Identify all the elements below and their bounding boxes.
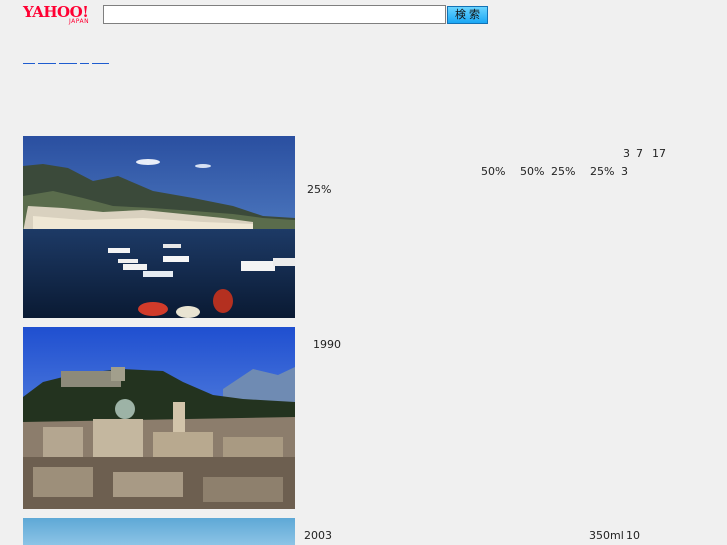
article-1-text-9: 25% <box>307 183 332 196</box>
nav-link-2[interactable] <box>38 55 56 64</box>
yahoo-japan-logo[interactable]: YAHOO! JAPAN <box>23 4 101 26</box>
article-1-text-8: 3 <box>621 165 628 178</box>
article-1-text-2: 7 <box>636 147 643 160</box>
search-button[interactable]: 検 索 <box>447 6 488 24</box>
article-1-text-1: 3 <box>623 147 630 160</box>
logo-subtitle: JAPAN <box>69 18 90 25</box>
article-1-text-6: 25% <box>551 165 576 178</box>
article-3-text-3: 10 <box>626 529 640 542</box>
article-1-text-5: 50% <box>520 165 545 178</box>
nav-link-4[interactable] <box>80 55 89 64</box>
article-1-text-7: 25% <box>590 165 615 178</box>
sky-photo <box>23 518 295 545</box>
search-input[interactable] <box>103 5 446 24</box>
nav-link-5[interactable] <box>92 55 109 64</box>
coastal-town-photo <box>23 136 295 318</box>
castle-city-photo <box>23 327 295 509</box>
article-3-text-2: 350ml <box>589 529 624 542</box>
nav-link-1[interactable] <box>23 55 35 64</box>
article-1-text-4: 50% <box>481 165 506 178</box>
article-1-text-3: 17 <box>652 147 666 160</box>
article-3-text-1: 2003 <box>304 529 332 542</box>
article-2-text-1: 1990 <box>313 338 341 351</box>
nav-link-3[interactable] <box>59 55 77 64</box>
